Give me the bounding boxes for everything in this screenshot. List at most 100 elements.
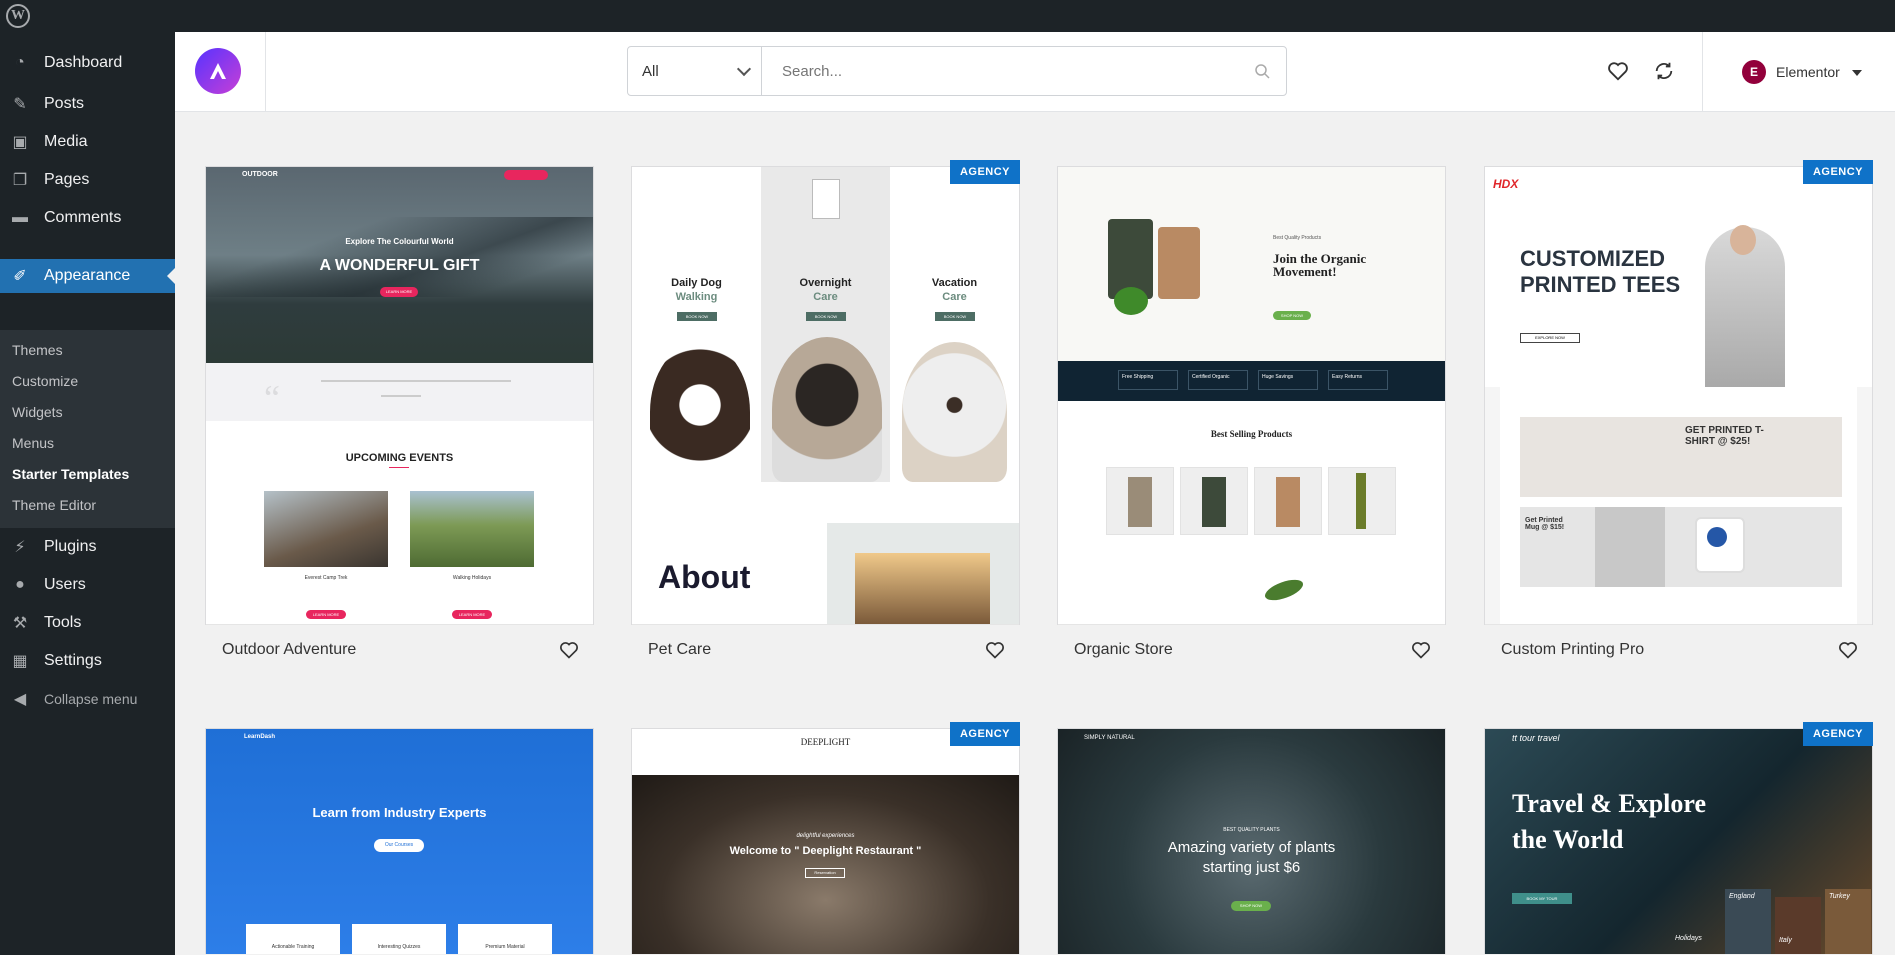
media-icon: ▣ <box>12 134 28 151</box>
template-hero-text: Amazing variety of plants <box>1167 839 1336 856</box>
appearance-submenu: Themes Customize Widgets Menus Starter T… <box>0 330 175 528</box>
agency-badge: AGENCY <box>949 722 1020 746</box>
template-card[interactable]: Best Quality Products Join the Organic M… <box>1057 166 1446 659</box>
sidebar-item-appearance[interactable]: ✐ Appearance <box>0 259 175 293</box>
page-builder-label: Elementor <box>1776 64 1840 80</box>
template-cta: SHOP NOW <box>1273 311 1311 320</box>
sidebar-item-plugins[interactable]: ⚡ Plugins <box>0 530 175 564</box>
admin-sidebar: ◔ Dashboard ✎ Posts ▣ Media ❐ Pages ▬ Comment… <box>0 32 175 955</box>
template-logo: SIMPLY NATURAL <box>1084 735 1135 741</box>
template-button: LEARN MORE <box>306 610 346 619</box>
collapse-menu-button[interactable]: ◀ Collapse menu <box>0 682 175 716</box>
submenu-item-widgets[interactable]: Widgets <box>12 404 63 420</box>
template-feature: Free Shipping <box>1118 370 1178 390</box>
admin-bar: W <box>0 0 1895 32</box>
template-preview: DEEPLIGHT delightful experiences Welcome… <box>632 729 1019 954</box>
submenu-item-starter-templates[interactable]: Starter Templates <box>12 466 129 482</box>
category-select-value: All <box>642 62 659 80</box>
template-service-subtitle: Care <box>813 291 838 303</box>
template-service-title: Daily Dog <box>671 277 722 289</box>
template-preview: tt tour travel Travel & Explore the Worl… <box>1485 729 1872 954</box>
template-card-footer: Organic Store <box>1058 624 1445 675</box>
template-card[interactable]: AGENCY DEEPLIGHT delightful experiences … <box>631 722 1020 954</box>
template-name: Organic Store <box>1074 641 1173 658</box>
template-button: LEARN MORE <box>452 610 492 619</box>
sidebar-item-media[interactable]: ▣ Media <box>0 125 175 159</box>
template-preview: LearnDash Learn from Industry Experts Ou… <box>206 729 593 954</box>
template-card[interactable]: AGENCY Daily Dog Walking Overnight Care … <box>631 160 1020 659</box>
template-cta: Our Courses <box>374 839 424 852</box>
template-cta: LEARN MORE <box>380 287 418 297</box>
template-section-title: Best Selling Products <box>1210 429 1293 439</box>
template-feature: Interesting Quizzes <box>352 924 446 954</box>
sidebar-item-pages[interactable]: ❐ Pages <box>0 163 175 197</box>
submenu-item-theme-editor[interactable]: Theme Editor <box>12 497 96 513</box>
user-icon: ● <box>15 576 25 593</box>
template-event-title: Walking Holidays <box>452 575 492 581</box>
sidebar-item-settings[interactable]: ▦ Settings <box>0 644 175 678</box>
template-card[interactable]: AGENCY tt tour travel Travel & Explore t… <box>1484 722 1873 954</box>
template-about-heading: About <box>658 559 751 595</box>
template-name: Outdoor Adventure <box>222 641 357 658</box>
sidebar-item-dashboard[interactable]: ◔ Dashboard <box>0 46 175 80</box>
template-cta: BOOK MY TOUR <box>1512 893 1572 904</box>
astra-logo-icon[interactable] <box>195 48 241 94</box>
submenu-item-menus[interactable]: Menus <box>12 435 54 451</box>
sidebar-item-posts[interactable]: ✎ Posts <box>0 87 175 121</box>
template-service-subtitle: Walking <box>675 291 718 303</box>
template-preview: Best Quality Products Join the Organic M… <box>1058 167 1445 624</box>
template-event-title: Everest Camp Trek <box>304 575 348 581</box>
sidebar-item-label: Collapse menu <box>44 691 138 707</box>
sidebar-item-label: Tools <box>44 614 82 631</box>
template-service-subtitle: Care <box>942 291 967 303</box>
template-logo: tt tour travel <box>1512 733 1560 743</box>
search-input[interactable] <box>762 47 1286 95</box>
template-cta: SHOP NOW <box>1231 901 1271 911</box>
wrench-icon: ⚒ <box>12 615 28 632</box>
favorites-heart-icon[interactable] <box>1607 60 1629 82</box>
submenu-item-themes[interactable]: Themes <box>12 342 63 358</box>
settings-icon: ▦ <box>12 653 28 670</box>
sidebar-item-label: Users <box>44 576 86 593</box>
sidebar-item-label: Appearance <box>44 267 131 284</box>
template-destination: Turkey <box>1825 889 1871 954</box>
template-hero-text: starting just $6 <box>1202 859 1301 876</box>
heart-icon[interactable] <box>1411 640 1431 660</box>
template-feature: Actionable Training <box>246 924 340 954</box>
sidebar-item-label: Settings <box>44 652 102 669</box>
sidebar-item-users[interactable]: ● Users <box>0 568 175 602</box>
template-preview: Daily Dog Walking Overnight Care Vacatio… <box>632 167 1019 624</box>
template-card[interactable]: SIMPLY NATURAL BEST QUALITY PLANTS Amazi… <box>1057 728 1446 954</box>
search-icon[interactable] <box>1254 63 1270 79</box>
sidebar-item-tools[interactable]: ⚒ Tools <box>0 606 175 640</box>
divider <box>1702 32 1703 112</box>
template-logo: HDX <box>1493 177 1519 191</box>
template-kicker: delightful experiences <box>796 833 855 839</box>
template-hero-text: the World <box>1512 825 1624 854</box>
sidebar-item-label: Posts <box>44 95 85 112</box>
template-kicker: BEST QUALITY PLANTS <box>1223 827 1280 833</box>
template-card[interactable]: AGENCY HDX CUSTOMIZED PRINTED TEES EXPLO… <box>1484 160 1873 659</box>
template-card[interactable]: OUTDOOR Explore The Colourful World A WO… <box>205 166 594 659</box>
submenu-item-customize[interactable]: Customize <box>12 373 78 389</box>
template-button: BOOK NOW <box>935 312 975 321</box>
sync-icon[interactable] <box>1653 60 1675 82</box>
template-name: Custom Printing Pro <box>1501 641 1645 658</box>
sidebar-item-comments[interactable]: ▬ Comments <box>0 201 175 235</box>
category-select[interactable]: All <box>628 47 762 95</box>
template-card-footer: Outdoor Adventure <box>206 624 593 675</box>
heart-icon[interactable] <box>559 640 579 660</box>
template-feature: Premium Material <box>458 924 552 954</box>
template-cta: Reservation <box>805 868 845 878</box>
wordpress-logo-icon[interactable]: W <box>6 4 30 28</box>
sidebar-item-label: Comments <box>44 209 122 226</box>
comment-icon: ▬ <box>12 209 28 226</box>
page-builder-select[interactable]: E Elementor <box>1742 60 1862 84</box>
template-card[interactable]: LearnDash Learn from Industry Experts Ou… <box>205 728 594 954</box>
caret-down-icon <box>1851 69 1862 81</box>
heart-icon[interactable] <box>1838 640 1858 660</box>
template-cta: EXPLORE NOW <box>1520 333 1580 343</box>
template-button: BOOK NOW <box>806 312 846 321</box>
template-destination: England <box>1725 889 1771 954</box>
heart-icon[interactable] <box>985 640 1005 660</box>
